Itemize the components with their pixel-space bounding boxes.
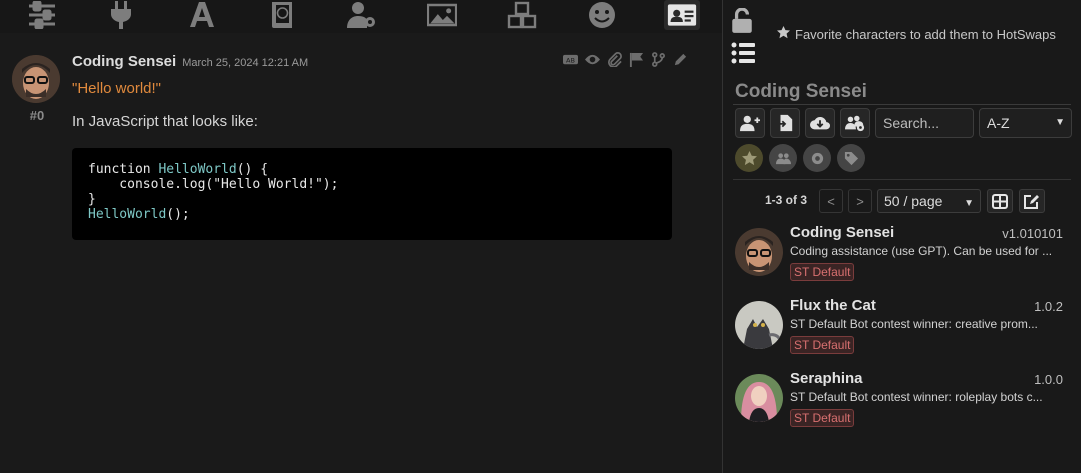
group-settings-button[interactable] [840,108,870,138]
code-text: () { [236,162,269,177]
groups-filter[interactable] [769,144,797,172]
edit-icon [1024,194,1039,209]
character-name: Flux the Cat [790,297,876,314]
image-icon[interactable] [424,0,460,30]
bulk-edit-button[interactable] [1019,189,1045,213]
page-size-value: 50 / page [884,193,943,209]
message-id: #0 [29,108,45,123]
grid-icon [992,193,1008,209]
character-version: 1.0.0 [1034,372,1063,387]
smile-icon[interactable] [584,0,620,30]
star-icon [741,150,757,165]
code-line: } [88,192,96,207]
avatar [735,374,783,422]
character-panel: Favorite characters to add them to HotSw… [722,0,1081,473]
character-version: v1.010101 [1002,226,1063,241]
character-tag[interactable]: ST Default [790,263,855,281]
branch-icon[interactable] [650,51,666,67]
message-timestamp: March 25, 2024 12:21 AM [182,57,309,69]
list-view-icon[interactable] [731,42,755,69]
id-card-icon[interactable] [664,0,700,30]
search-input[interactable]: Search... [875,108,974,138]
avatar [735,228,783,276]
character-tag[interactable]: ST Default [790,409,855,427]
character-description: ST Default Bot contest winner: creative … [790,317,1038,331]
message-quote: "Hello world!" [72,80,162,97]
code-text: (); [166,207,190,222]
character-version: 1.0.2 [1034,299,1063,314]
tags-filter[interactable] [837,144,865,172]
favorites-filter[interactable] [735,144,763,172]
character-tag[interactable]: ST Default [790,336,855,354]
grid-view-button[interactable] [987,189,1013,213]
favorite-hint: Favorite characters to add them to HotSw… [777,26,1056,42]
page-size-select[interactable]: 50 / page ▼ [877,189,981,213]
lock-icon[interactable] [731,7,753,39]
tag-icon [844,151,858,165]
star-icon [777,26,790,42]
message-paragraph: In JavaScript that looks like: [72,113,258,130]
character-name: Coding Sensei [790,224,895,241]
avatar[interactable] [12,55,60,103]
pencil-icon[interactable] [672,51,688,67]
message-header: Coding Sensei March 25, 2024 12:21 AM [72,53,308,70]
prev-page-button[interactable]: < [819,189,843,213]
translate-icon[interactable]: AB [562,51,578,67]
next-page-button[interactable]: > [848,189,872,213]
code-function-call: HelloWorld [88,207,167,222]
character-item[interactable]: Coding Sensei v1.010101 Coding assistanc… [733,224,1073,290]
font-icon[interactable] [184,0,220,30]
import-file-button[interactable] [770,108,800,138]
character-name: Seraphina [790,370,863,387]
panel-title: Coding Sensei [735,81,867,102]
plug-icon[interactable] [103,0,139,30]
users-icon [775,152,791,164]
eye-icon[interactable] [584,51,600,67]
svg-text:AB: AB [566,56,575,64]
divider [733,179,1071,180]
character-item[interactable]: Seraphina 1.0.0 ST Default Bot contest w… [733,370,1073,436]
chevron-down-icon: ▼ [1055,117,1065,128]
cubes-icon[interactable] [504,0,540,30]
avatar [735,301,783,349]
cloud-download-button[interactable] [805,108,835,138]
create-character-button[interactable] [735,108,765,138]
code-block[interactable]: function HelloWorld() { console.log("Hel… [72,148,672,240]
top-toolbar [0,0,722,33]
message-actions: AB [562,51,688,67]
code-line: console.log("Hello World!"); [88,177,339,192]
paperclip-icon[interactable] [606,51,622,67]
message-author: Coding Sensei [72,53,177,70]
character-description: ST Default Bot contest winner: roleplay … [790,390,1043,404]
flag-icon[interactable] [628,51,644,67]
sort-select[interactable]: A-Z ▼ [979,108,1072,138]
user-gear-icon[interactable] [344,0,380,30]
character-item[interactable]: Flux the Cat 1.0.2 ST Default Bot contes… [733,297,1073,363]
favorite-hint-text: Favorite characters to add them to HotSw… [795,26,1056,42]
pagination-info: 1-3 of 3 [765,193,808,207]
chevron-down-icon: ▼ [964,198,974,209]
character-description: Coding assistance (use GPT). Can be used… [790,244,1053,258]
settings-filter[interactable] [803,144,831,172]
message-avatar-block: #0 [12,55,62,123]
book-globe-icon[interactable] [264,0,300,30]
chat-area: #0 Coding Sensei March 25, 2024 12:21 AM… [0,33,722,473]
sliders-icon[interactable] [24,0,60,30]
code-function-name: HelloWorld [158,162,237,177]
gear-icon [811,152,823,164]
divider [733,104,1071,105]
code-keyword: function [88,162,159,177]
sort-select-value: A-Z [987,115,1010,131]
